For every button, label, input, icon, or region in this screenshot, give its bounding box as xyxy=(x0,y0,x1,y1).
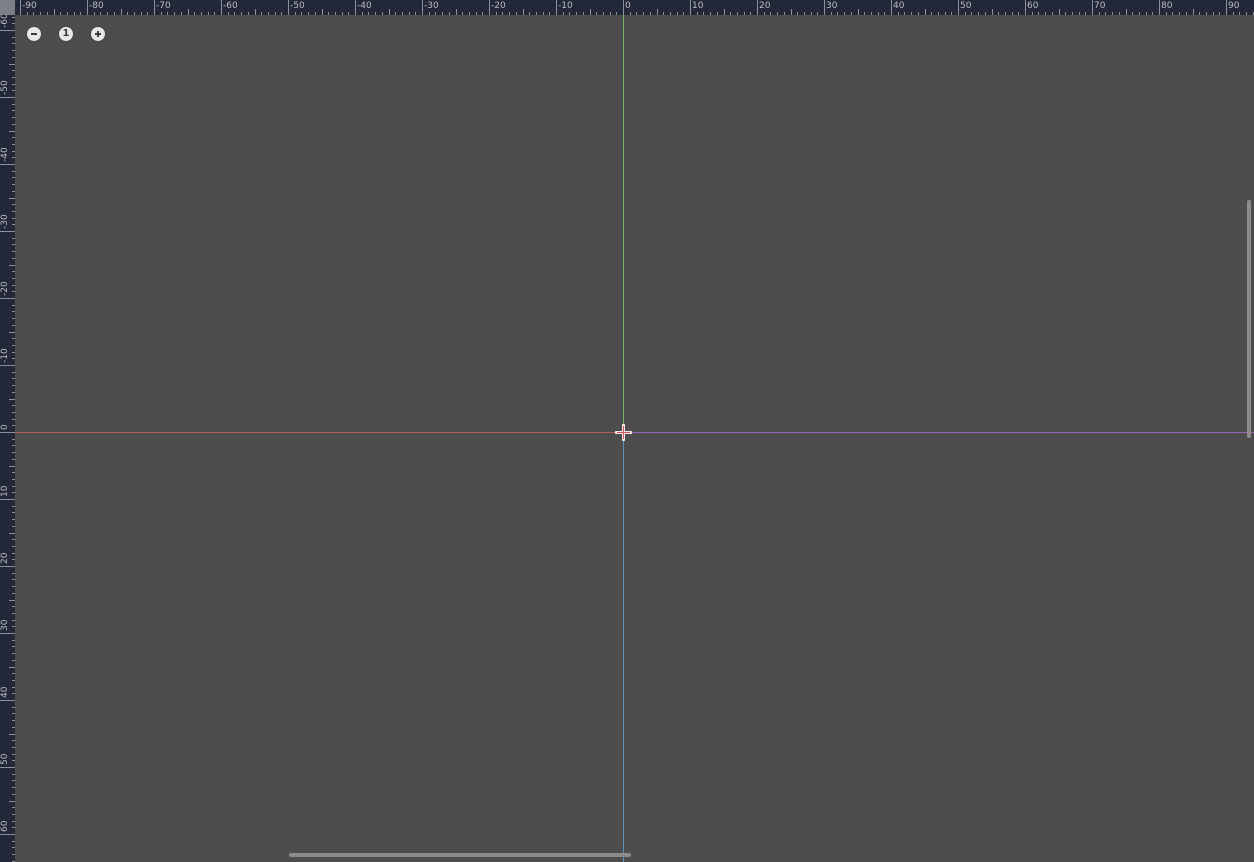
ruler-tick xyxy=(1025,0,1026,15)
ruler-tick xyxy=(20,0,21,15)
canvas-viewport[interactable]: 1 xyxy=(15,15,1254,862)
zoom-reset-label: 1 xyxy=(62,28,70,39)
ruler-tick xyxy=(221,0,222,15)
ruler-label: 70 xyxy=(1094,1,1106,11)
ruler-left[interactable]: -60 -50 -40 -30 -20 -10 0 10 20 30 40 50 60 xyxy=(0,15,15,862)
ruler-tick xyxy=(0,566,15,567)
ruler-tick xyxy=(0,365,15,366)
ruler-tick xyxy=(355,0,356,15)
ruler-tick xyxy=(824,0,825,15)
ruler-tick xyxy=(489,0,490,15)
ruler-tick xyxy=(0,633,15,634)
ruler-label: 60 xyxy=(0,820,10,832)
ruler-label: -70 xyxy=(156,1,171,11)
ruler-label: 0 xyxy=(0,424,10,430)
ruler-tick xyxy=(288,0,289,15)
ruler-tick xyxy=(757,0,758,15)
ruler-label: -80 xyxy=(89,1,104,11)
ruler-tick xyxy=(0,97,15,98)
ruler-label: 50 xyxy=(960,1,972,11)
ruler-label: 20 xyxy=(0,552,10,564)
ruler-tick xyxy=(0,767,15,768)
ruler-label: -10 xyxy=(0,348,10,363)
ruler-label: 60 xyxy=(1027,1,1039,11)
ruler-label: 50 xyxy=(0,753,10,765)
origin-crosshair-icon xyxy=(614,423,633,442)
horizontal-scrollbar[interactable] xyxy=(289,853,631,857)
ruler-tick xyxy=(0,298,15,299)
ruler-tick xyxy=(0,231,15,232)
ruler-label: 40 xyxy=(893,1,905,11)
ruler-label: 80 xyxy=(1161,1,1173,11)
ruler-tick xyxy=(1226,0,1227,15)
ruler-label: -20 xyxy=(491,1,506,11)
axis-y-positive xyxy=(623,433,624,862)
ruler-label: 30 xyxy=(826,1,838,11)
ruler-label: -30 xyxy=(0,214,10,229)
ruler-tick xyxy=(623,0,624,15)
vertical-scrollbar[interactable] xyxy=(1247,200,1251,438)
ruler-tick xyxy=(154,0,155,15)
ruler-top[interactable]: -90 -80 -70 -60 -50 -40 -30 -20 -10 0 10 20 30 40 50 60… xyxy=(15,0,1254,15)
minus-icon xyxy=(31,33,37,35)
ruler-label: -40 xyxy=(357,1,372,11)
ruler-label: -60 xyxy=(223,1,238,11)
ruler-tick xyxy=(422,0,423,15)
ruler-tick xyxy=(0,432,15,433)
ruler-label: -90 xyxy=(22,1,37,11)
axis-x-negative xyxy=(15,432,623,433)
ruler-tick xyxy=(690,0,691,15)
ruler-label: 0 xyxy=(625,1,631,11)
axis-x-positive xyxy=(623,432,1254,433)
ruler-label: -60 xyxy=(0,15,10,28)
ruler-label: -20 xyxy=(0,281,10,296)
ruler-tick xyxy=(1159,0,1160,15)
ruler-tick xyxy=(0,30,15,31)
zoom-out-button[interactable] xyxy=(27,27,41,41)
ruler-label: -50 xyxy=(290,1,305,11)
ruler-corner xyxy=(0,0,15,15)
ruler-label: -50 xyxy=(0,80,10,95)
ruler-label: 10 xyxy=(692,1,704,11)
ruler-label: 90 xyxy=(1228,1,1240,11)
ruler-tick xyxy=(958,0,959,15)
ruler-tick xyxy=(0,700,15,701)
ruler-label: 40 xyxy=(0,686,10,698)
ruler-tick xyxy=(891,0,892,15)
plus-icon xyxy=(95,31,101,37)
ruler-tick xyxy=(0,164,15,165)
ruler-tick xyxy=(556,0,557,15)
ruler-label: 30 xyxy=(0,619,10,631)
ruler-tick xyxy=(87,0,88,15)
ruler-tick xyxy=(0,834,15,835)
ruler-label: 20 xyxy=(759,1,771,11)
ruler-tick xyxy=(1092,0,1093,15)
ruler-label: 10 xyxy=(0,485,10,497)
ruler-label: -10 xyxy=(558,1,573,11)
axis-y-negative xyxy=(623,15,624,432)
ruler-label: -40 xyxy=(0,147,10,162)
zoom-in-button[interactable] xyxy=(91,27,105,41)
zoom-reset-button[interactable]: 1 xyxy=(59,27,73,41)
ruler-label: -30 xyxy=(424,1,439,11)
ruler-tick xyxy=(0,499,15,500)
